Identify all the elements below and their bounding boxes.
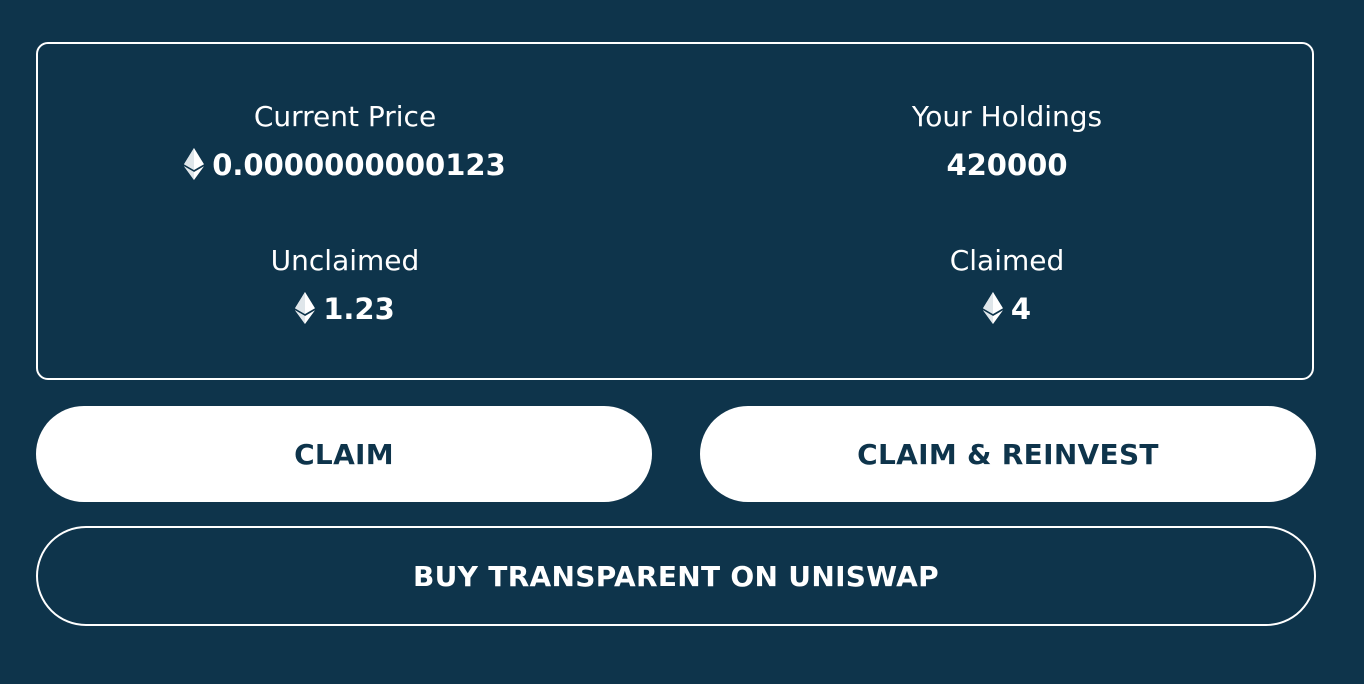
unclaimed-value: 1.23 [323, 292, 395, 326]
unclaimed-stat: Unclaimed 1.23 [145, 244, 545, 327]
current-price-value-row: 0.0000000000123 [145, 147, 545, 183]
claimed-value-row: 4 [807, 291, 1207, 327]
holdings-stat: Your Holdings 420000 [807, 100, 1207, 183]
stats-card: Current Price 0.0000000000123 Your Holdi… [36, 42, 1314, 380]
claim-reinvest-button[interactable]: CLAIM & REINVEST [700, 406, 1316, 502]
ethereum-icon [982, 292, 1003, 324]
holdings-value-row: 420000 [807, 147, 1207, 183]
current-price-stat: Current Price 0.0000000000123 [145, 100, 545, 183]
claimed-stat: Claimed 4 [807, 244, 1207, 327]
claimed-label: Claimed [949, 244, 1065, 277]
holdings-value: 420000 [946, 148, 1068, 182]
current-price-value: 0.0000000000123 [212, 148, 506, 182]
claim-button[interactable]: CLAIM [36, 406, 652, 502]
ethereum-icon [184, 148, 205, 180]
unclaimed-label: Unclaimed [270, 244, 420, 277]
holdings-label: Your Holdings [911, 100, 1103, 133]
current-price-label: Current Price [253, 100, 437, 133]
buy-on-uniswap-button[interactable]: BUY TRANSPARENT ON UNISWAP [36, 526, 1316, 626]
ethereum-icon [295, 292, 316, 324]
unclaimed-value-row: 1.23 [145, 291, 545, 327]
claimed-value: 4 [1010, 292, 1032, 326]
